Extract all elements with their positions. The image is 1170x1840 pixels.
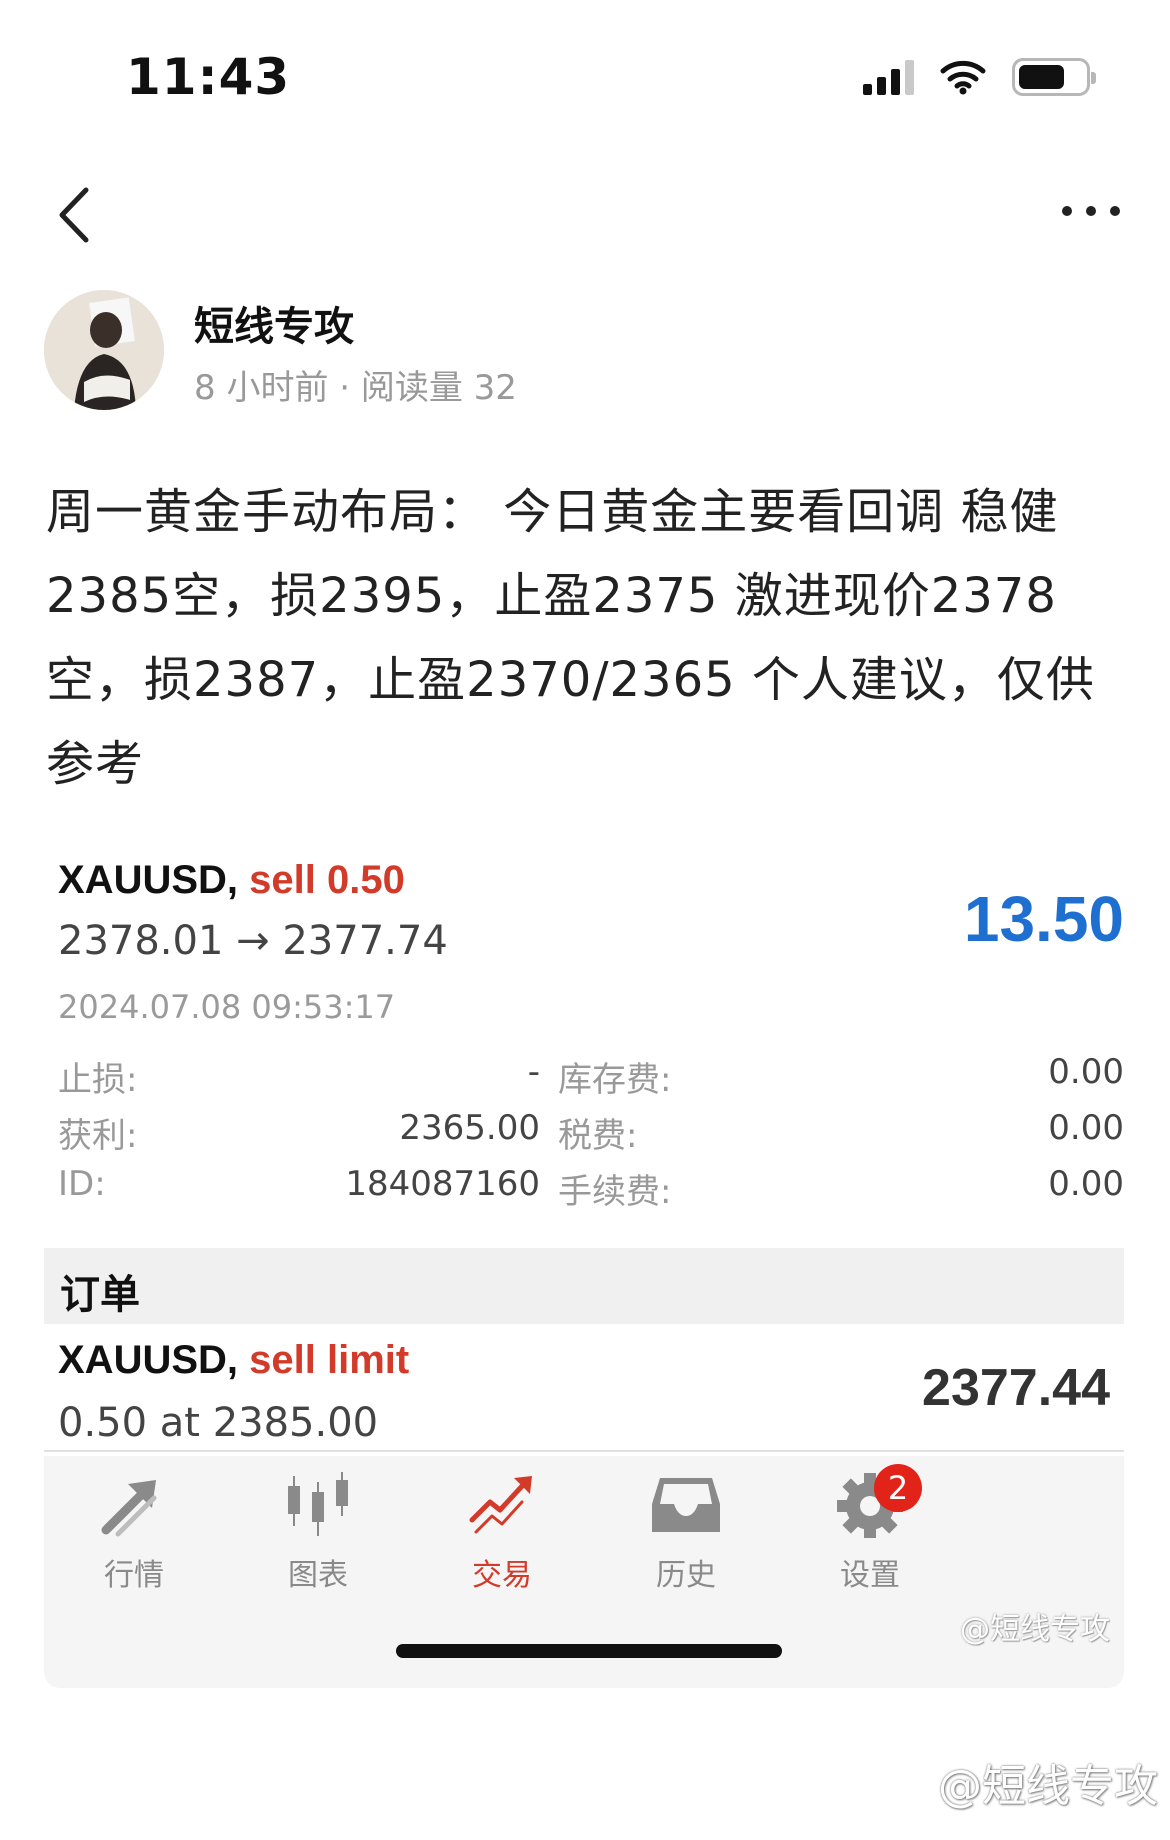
back-button[interactable] bbox=[48, 180, 108, 250]
bottom-tab-bar: 行情 图表 交易 历史 2 设置 @短线专攻 bbox=[44, 1456, 1124, 1688]
tab-charts[interactable]: 图表 bbox=[238, 1470, 398, 1600]
detail-label: ID: bbox=[58, 1164, 106, 1204]
author-name[interactable]: 短线专攻 bbox=[194, 294, 354, 352]
tab-quotes[interactable]: 行情 bbox=[54, 1470, 214, 1600]
detail-value: 0.00 bbox=[1048, 1164, 1124, 1204]
dot-icon bbox=[1110, 206, 1120, 216]
detail-label: 手续费: bbox=[558, 1172, 672, 1212]
candlestick-chart-icon bbox=[288, 1472, 348, 1536]
more-options-button[interactable] bbox=[1062, 198, 1120, 224]
notification-badge: 2 bbox=[874, 1464, 922, 1512]
post-meta: 8 小时前 · 阅读量 32 bbox=[194, 368, 517, 408]
chevron-left-icon bbox=[59, 187, 89, 243]
detail-value: 2365.00 bbox=[399, 1108, 540, 1148]
position-datetime: 2024.07.08 09:53:17 bbox=[58, 988, 396, 1026]
position-prices: 2378.01 → 2377.74 bbox=[58, 918, 448, 964]
avatar-image bbox=[44, 290, 164, 410]
position-side: sell 0.50 bbox=[249, 858, 405, 902]
position-symbol-line: XAUUSD, sell 0.50 bbox=[58, 858, 405, 903]
status-bar: 11:43 bbox=[0, 0, 1170, 150]
history-inbox-icon bbox=[652, 1478, 720, 1532]
position-symbol: XAUUSD, bbox=[58, 858, 239, 902]
position-profit: 13.50 bbox=[963, 883, 1124, 955]
order-current-price: 2377.44 bbox=[922, 1359, 1110, 1417]
cellular-signal-icon bbox=[863, 59, 914, 95]
status-icons bbox=[863, 58, 1096, 96]
detail-row: 止损: - 库存费: 0.00 bbox=[58, 1052, 1124, 1102]
tab-settings[interactable]: 2 设置 bbox=[790, 1464, 950, 1600]
tab-trade[interactable]: 交易 bbox=[422, 1470, 582, 1600]
orders-section-header: 订单 bbox=[44, 1248, 1124, 1324]
status-time: 11:43 bbox=[126, 48, 291, 106]
tab-label: 行情 bbox=[104, 1558, 164, 1593]
tab-history[interactable]: 历史 bbox=[606, 1470, 766, 1600]
order-symbol: XAUUSD, bbox=[58, 1338, 239, 1382]
dot-icon bbox=[1086, 206, 1096, 216]
detail-value: 184087160 bbox=[345, 1164, 540, 1204]
tab-label: 历史 bbox=[656, 1558, 716, 1593]
tab-label: 交易 bbox=[472, 1558, 532, 1593]
detail-row: 获利: 2365.00 税费: 0.00 bbox=[58, 1108, 1124, 1158]
watermark-large: @短线专攻 bbox=[938, 1761, 1158, 1812]
trade-trend-icon bbox=[469, 1476, 532, 1534]
detail-label: 税费: bbox=[558, 1116, 638, 1156]
battery-icon bbox=[1012, 58, 1096, 96]
post-body: 周一黄金手动布局： 今日黄金主要看回调 稳健2385空，损2395，止盈2375… bbox=[46, 484, 1095, 792]
order-type: sell limit bbox=[249, 1338, 410, 1382]
detail-value: 0.00 bbox=[1048, 1052, 1124, 1092]
tab-label: 图表 bbox=[288, 1558, 348, 1593]
wifi-icon bbox=[940, 60, 986, 95]
detail-row: ID: 184087160 手续费: 0.00 bbox=[58, 1164, 1124, 1214]
order-desc: 0.50 at 2385.00 bbox=[58, 1400, 379, 1446]
detail-value: 0.00 bbox=[1048, 1108, 1124, 1148]
home-indicator[interactable] bbox=[396, 1644, 782, 1658]
orders-title: 订单 bbox=[60, 1272, 140, 1318]
detail-label: 获利: bbox=[58, 1116, 138, 1156]
quotes-arrows-icon bbox=[101, 1480, 157, 1537]
order-item[interactable]: XAUUSD, sell limit 0.50 at 2385.00 2377.… bbox=[44, 1324, 1124, 1452]
detail-label: 库存费: bbox=[558, 1060, 672, 1100]
tab-label: 设置 bbox=[840, 1558, 900, 1593]
watermark-small: @短线专攻 bbox=[960, 1612, 1110, 1647]
avatar[interactable] bbox=[44, 290, 164, 410]
detail-value: - bbox=[527, 1052, 540, 1092]
dot-icon bbox=[1062, 206, 1072, 216]
author-header: 短线专攻 8 小时前 · 阅读量 32 bbox=[44, 290, 1124, 415]
detail-label: 止损: bbox=[58, 1060, 138, 1100]
order-symbol-line: XAUUSD, sell limit bbox=[58, 1338, 409, 1383]
nav-bar bbox=[0, 170, 1170, 260]
